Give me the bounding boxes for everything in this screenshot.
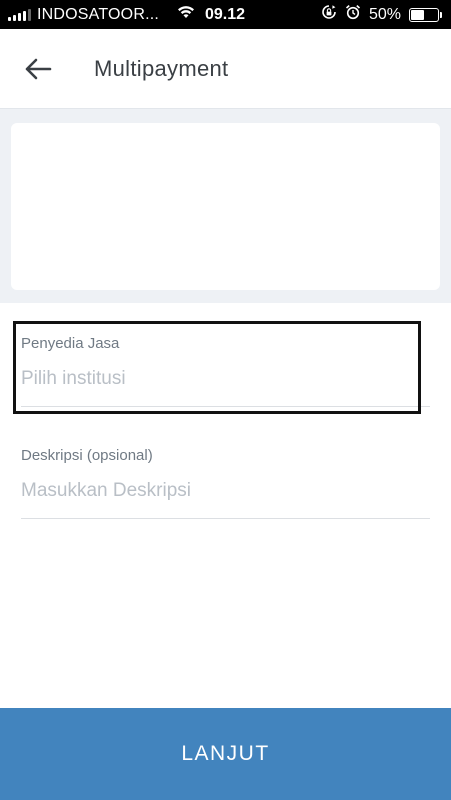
status-left: INDOSATOOR...	[8, 5, 195, 24]
status-time: 09.12	[205, 5, 246, 23]
carrier-name: INDOSATOOR...	[37, 5, 160, 23]
status-bar: INDOSATOOR... 09.12 50%	[0, 0, 451, 29]
alarm-icon	[345, 4, 361, 25]
description-input[interactable]	[21, 478, 430, 504]
battery-icon	[409, 7, 442, 22]
submit-button[interactable]: LANJUT	[0, 708, 451, 800]
arrow-left-icon	[25, 58, 52, 79]
description-underline	[21, 518, 430, 519]
app-header: Multipayment	[0, 29, 451, 108]
battery-percent: 50%	[368, 5, 401, 23]
page-title: Multipayment	[94, 55, 229, 81]
back-button[interactable]	[18, 49, 58, 89]
card-area	[0, 108, 451, 303]
battery-fill	[411, 9, 424, 20]
description-label: Deskripsi (opsional)	[21, 447, 153, 464]
rotation-lock-icon	[321, 4, 337, 25]
account-card	[11, 123, 440, 290]
status-right: 50%	[321, 4, 442, 25]
provider-highlight-box	[13, 321, 421, 414]
signal-icon	[8, 8, 31, 21]
description-field[interactable]: Deskripsi (opsional)	[21, 447, 430, 519]
wifi-icon	[177, 5, 195, 24]
screen: INDOSATOOR... 09.12 50% Multipayment Pen…	[0, 0, 451, 800]
